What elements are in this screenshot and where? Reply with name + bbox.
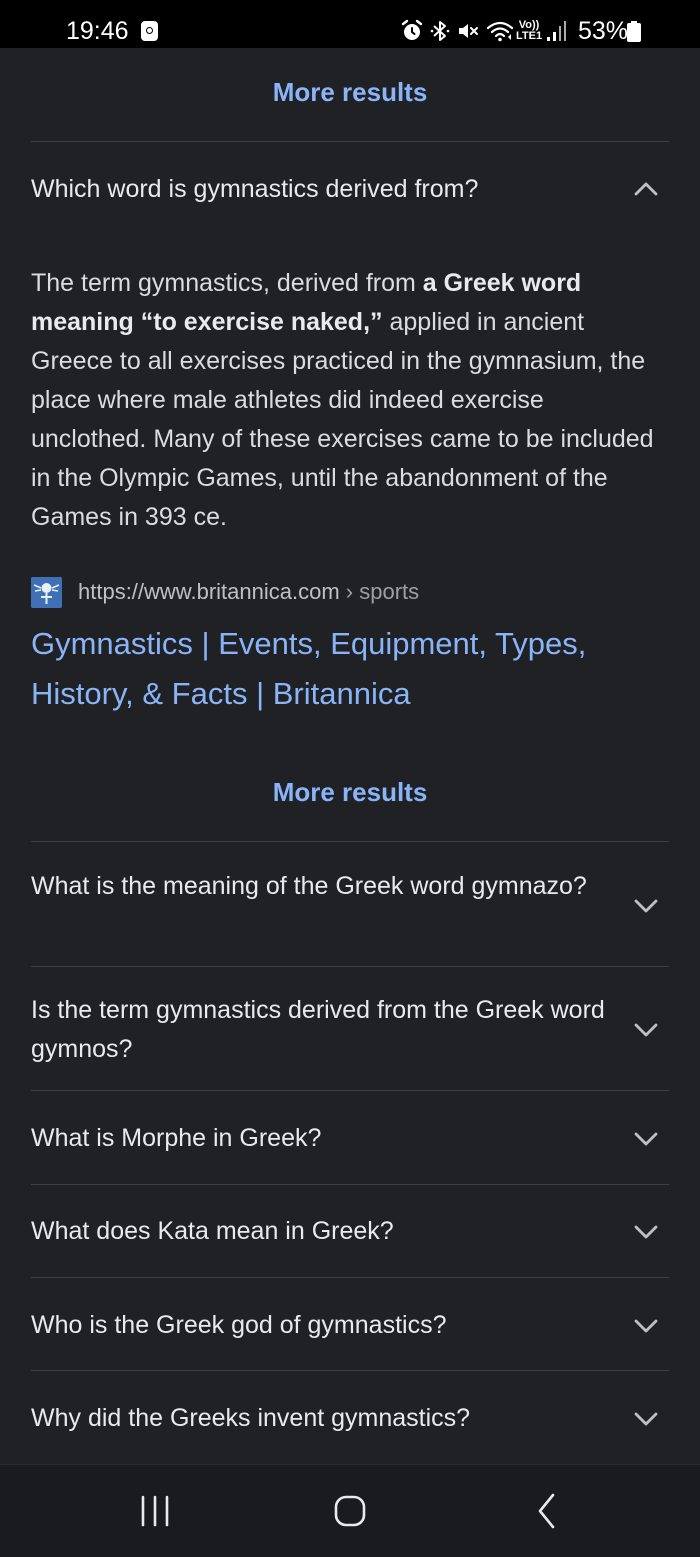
divider xyxy=(31,966,669,967)
status-icons: Vo)) LTE1 xyxy=(400,14,568,48)
related-question-6[interactable]: Why did the Greeks invent gymnastics? xyxy=(31,1399,606,1438)
recent-apps-icon[interactable] xyxy=(131,1491,179,1531)
signal-icon xyxy=(547,21,567,41)
alarm-icon xyxy=(401,19,423,40)
network-type-label: Vo)) LTE1 xyxy=(516,19,543,42)
mute-icon xyxy=(459,24,478,38)
divider xyxy=(31,141,669,142)
notification-icon xyxy=(141,21,158,41)
status-time: 19:46 xyxy=(66,17,129,45)
chevron-down-icon[interactable] xyxy=(632,897,660,915)
britannica-favicon-icon xyxy=(31,576,62,608)
related-question-4[interactable]: What does Kata mean in Greek? xyxy=(31,1212,606,1251)
divider xyxy=(31,1277,669,1278)
related-question-2[interactable]: Is the term gymnastics derived from the … xyxy=(31,991,606,1069)
wifi-icon xyxy=(486,21,514,42)
related-question-5[interactable]: Who is the Greek god of gymnastics? xyxy=(31,1306,606,1345)
bluetooth-icon xyxy=(430,21,450,41)
divider xyxy=(31,841,669,842)
status-bar: 19:46 Vo)) LTE1 53% xyxy=(0,0,700,48)
divider xyxy=(31,1184,669,1185)
more-results-link-top[interactable]: More results xyxy=(0,76,700,108)
chevron-down-icon[interactable] xyxy=(632,1410,660,1428)
system-nav-bar xyxy=(0,1464,700,1557)
chevron-up-icon[interactable] xyxy=(632,180,660,198)
answer-snippet: The term gymnastics, derived from a Gree… xyxy=(31,269,654,531)
divider xyxy=(31,1090,669,1091)
chevron-down-icon[interactable] xyxy=(632,1021,660,1039)
related-question-1[interactable]: What is the meaning of the Greek word gy… xyxy=(31,867,606,906)
source-row[interactable]: https://www.britannica.com › sports xyxy=(31,574,419,610)
expanded-question-title[interactable]: Which word is gymnastics derived from? xyxy=(31,170,606,209)
result-title-link[interactable]: Gymnastics | Events, Equipment, Types, H… xyxy=(31,619,661,719)
back-icon[interactable] xyxy=(522,1491,570,1531)
battery-icon xyxy=(627,21,641,42)
chevron-down-icon[interactable] xyxy=(632,1130,660,1148)
home-icon[interactable] xyxy=(326,1491,374,1531)
chevron-down-icon[interactable] xyxy=(632,1223,660,1241)
divider xyxy=(31,1370,669,1371)
more-results-link-bottom[interactable]: More results xyxy=(0,776,700,808)
battery-percent: 53% xyxy=(578,17,629,45)
chevron-down-icon[interactable] xyxy=(632,1317,660,1335)
source-url: https://www.britannica.com › sports xyxy=(78,579,420,604)
related-question-3[interactable]: What is Morphe in Greek? xyxy=(31,1119,606,1158)
